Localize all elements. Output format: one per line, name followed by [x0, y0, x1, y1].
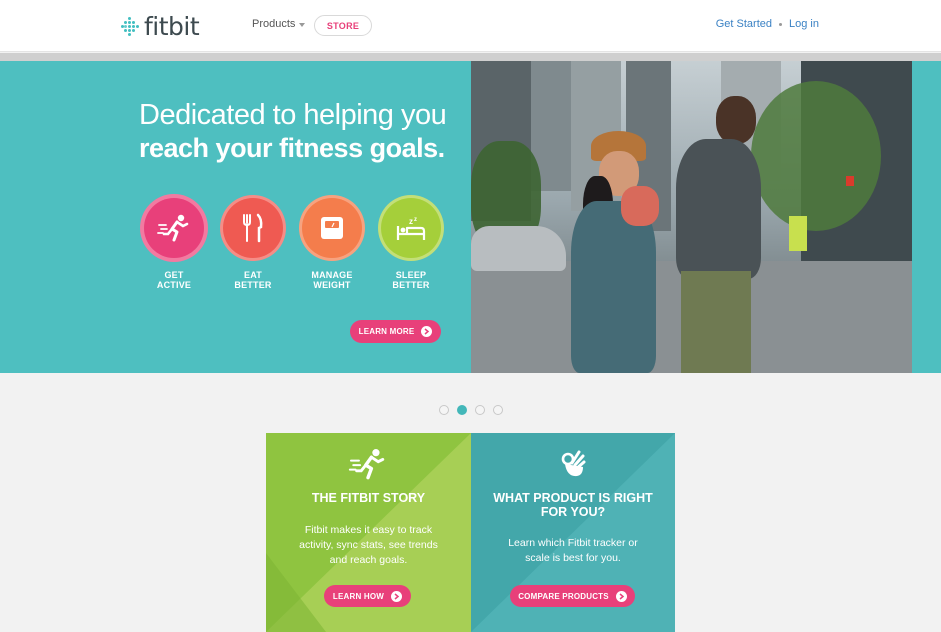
fitbit-story-card: THE FITBIT STORY Fitbit makes it easy to…: [266, 433, 471, 632]
bed-icon: z z: [381, 198, 441, 258]
log-in-link[interactable]: Log in: [789, 18, 819, 30]
chevron-down-icon: [299, 22, 306, 27]
account-links: Get Started Log in: [716, 18, 819, 30]
ok-hand-icon: [559, 449, 587, 484]
fork-knife-icon: [223, 198, 283, 258]
site-header: fitbit Products STORE Get Started Log in: [0, 0, 941, 52]
goal-label: EAT BETTER: [213, 270, 293, 290]
card-text-line: Fitbit makes it easy to track: [304, 524, 433, 536]
goal-label-line1: MANAGE: [311, 270, 353, 280]
store-button[interactable]: STORE: [314, 15, 372, 36]
svg-text:z: z: [409, 217, 413, 226]
card-text-line: scale is best for you.: [525, 552, 621, 564]
goal-label-line1: EAT: [244, 270, 262, 280]
goal-label: SLEEP BETTER: [371, 270, 451, 290]
card-title: WHAT PRODUCT IS RIGHT FOR YOU?: [471, 491, 675, 519]
arrow-right-icon: [421, 326, 433, 337]
carousel-pager: [439, 405, 503, 415]
card-description: Fitbit makes it easy to track activity, …: [266, 523, 471, 568]
goal-label-line2: ACTIVE: [156, 280, 192, 290]
product-finder-card: WHAT PRODUCT IS RIGHT FOR YOU? Learn whi…: [471, 433, 675, 632]
goal-label-line1: SLEEP: [395, 270, 427, 280]
products-label: Products: [252, 18, 296, 30]
card-title-line: WHAT PRODUCT IS RIGHT: [493, 491, 653, 505]
running-person-icon: [348, 447, 388, 486]
header-divider: [0, 53, 941, 61]
learn-more-label: LEARN MORE: [358, 327, 415, 336]
compare-products-button[interactable]: COMPARE PRODUCTS: [510, 585, 635, 607]
goal-eat-better[interactable]: EAT BETTER: [213, 198, 293, 290]
compare-products-label: COMPARE PRODUCTS: [518, 591, 609, 601]
carousel-dot-4[interactable]: [493, 405, 503, 415]
carousel-dot-2[interactable]: [457, 405, 467, 415]
card-description: Learn which Fitbit tracker or scale is b…: [471, 536, 675, 566]
learn-more-button[interactable]: LEARN MORE: [350, 320, 441, 343]
card-text-line: and reach goals.: [329, 554, 408, 566]
separator-dot: [779, 22, 783, 26]
goal-manage-weight[interactable]: MANAGE WEIGHT: [292, 198, 372, 290]
hero-photo-couple-walking: [471, 61, 912, 373]
fitbit-dots-icon: [121, 17, 139, 36]
goal-label-line2: BETTER: [234, 280, 272, 290]
carousel-dot-1[interactable]: [439, 405, 449, 415]
carousel-dot-3[interactable]: [475, 405, 485, 415]
hero-title-line2: reach your fitness goals.: [139, 133, 445, 163]
goal-sleep-better[interactable]: z z SLEEP BETTER: [371, 198, 451, 290]
hero-banner: Dedicated to helping you reach your fitn…: [0, 61, 941, 373]
goal-label-line2: WEIGHT: [313, 280, 351, 290]
hero-title-line1: Dedicated to helping you: [139, 99, 447, 131]
goal-label: GET ACTIVE: [134, 270, 214, 290]
arrow-right-icon: [391, 590, 403, 602]
goal-label-line2: BETTER: [392, 280, 430, 290]
card-title: THE FITBIT STORY: [311, 491, 426, 505]
learn-how-label: LEARN HOW: [332, 591, 385, 601]
card-text-line: activity, sync stats, see trends: [299, 539, 438, 551]
card-title-line: FOR YOU?: [540, 505, 606, 519]
arrow-right-icon: [615, 590, 627, 602]
logo-text: fitbit: [144, 11, 200, 41]
fitbit-logo[interactable]: fitbit: [121, 11, 200, 41]
learn-how-button[interactable]: LEARN HOW: [324, 585, 411, 607]
svg-text:z: z: [414, 217, 417, 223]
goal-get-active[interactable]: GET ACTIVE: [134, 198, 214, 290]
card-text-line: Learn which Fitbit tracker or: [508, 537, 638, 549]
running-person-icon: [144, 198, 204, 258]
goal-label: MANAGE WEIGHT: [292, 270, 372, 290]
goal-label-line1: GET: [164, 270, 184, 280]
scale-icon: [302, 198, 362, 258]
get-started-link[interactable]: Get Started: [716, 18, 772, 30]
products-menu[interactable]: Products: [252, 18, 306, 30]
